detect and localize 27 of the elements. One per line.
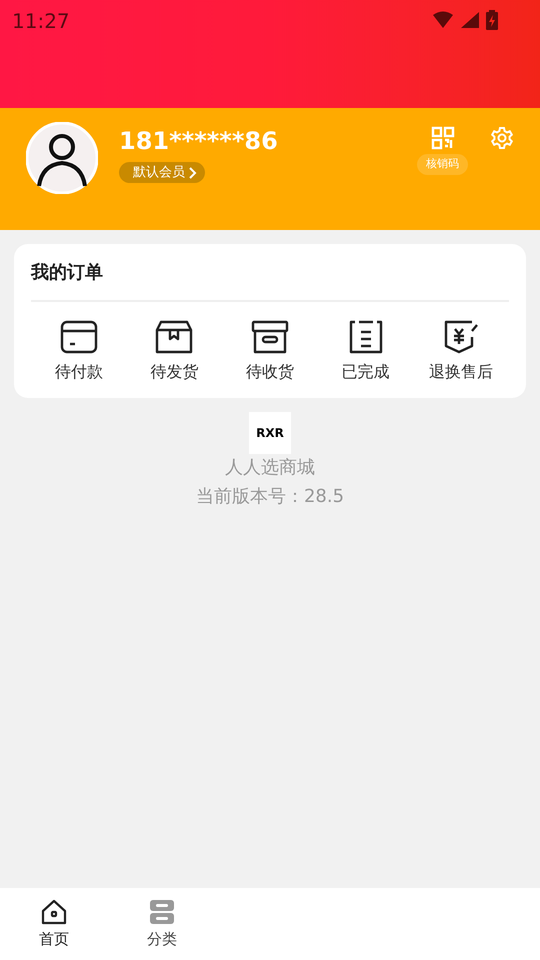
app-logo: RXR — [249, 412, 291, 454]
orders-title: 我的订单 — [31, 260, 103, 284]
avatar-icon — [26, 122, 98, 194]
version-text: 当前版本号：28.5 — [196, 485, 344, 509]
box-icon — [155, 320, 194, 354]
phone-number: 181******86 — [119, 126, 278, 156]
order-status-button[interactable]: 待收货 — [222, 320, 318, 384]
signal-icon — [460, 11, 480, 29]
settings-icon[interactable] — [490, 126, 514, 150]
verify-code-label: 核销码 — [417, 154, 468, 175]
archive-icon — [250, 320, 289, 354]
status-time: 11:27 — [12, 8, 70, 35]
yen-shield-icon — [442, 320, 480, 354]
qr-code-icon — [430, 126, 454, 150]
home-icon — [40, 898, 68, 926]
battery-icon — [486, 10, 498, 30]
nav-tab[interactable]: 首页 — [0, 898, 108, 952]
order-status-button[interactable]: 待发货 — [126, 320, 222, 384]
order-status-button[interactable]: 已完成 — [318, 320, 414, 384]
drawers-icon — [148, 898, 176, 926]
wifi-icon — [432, 11, 454, 29]
chevron-right-icon — [189, 166, 197, 178]
app-name: 人人选商城 — [225, 456, 315, 480]
order-status-button[interactable]: 退换售后 — [413, 320, 509, 384]
card-icon — [60, 320, 98, 354]
nav-tab[interactable]: 分类 — [108, 898, 216, 952]
order-status-button[interactable]: 待付款 — [31, 320, 127, 384]
